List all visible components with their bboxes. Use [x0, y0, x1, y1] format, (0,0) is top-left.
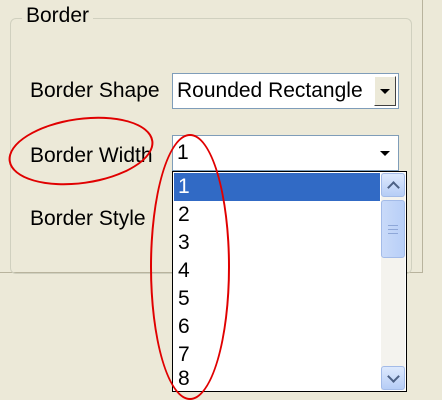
- border-shape-value: Rounded Rectangle: [177, 79, 363, 102]
- border-shape-dropdown-button[interactable]: [374, 76, 396, 106]
- border-width-dropdown-button[interactable]: [374, 138, 396, 168]
- border-shape-label: Border Shape: [30, 79, 160, 102]
- groupbox-title: Border: [22, 3, 94, 29]
- chevron-up-icon: [386, 180, 400, 194]
- dropdown-scrollbar[interactable]: [381, 173, 405, 390]
- annotation-ellipse-list: [150, 134, 230, 400]
- scroll-down-button[interactable]: [381, 366, 405, 390]
- scroll-thumb[interactable]: [381, 200, 405, 258]
- chevron-down-icon: [386, 369, 400, 383]
- chevron-down-icon: [380, 150, 390, 156]
- border-style-label: Border Style: [30, 207, 146, 230]
- grip-icon: [388, 224, 398, 234]
- border-shape-combobox[interactable]: Rounded Rectangle: [172, 73, 399, 109]
- scroll-up-button[interactable]: [381, 173, 405, 197]
- chevron-down-icon: [380, 88, 390, 94]
